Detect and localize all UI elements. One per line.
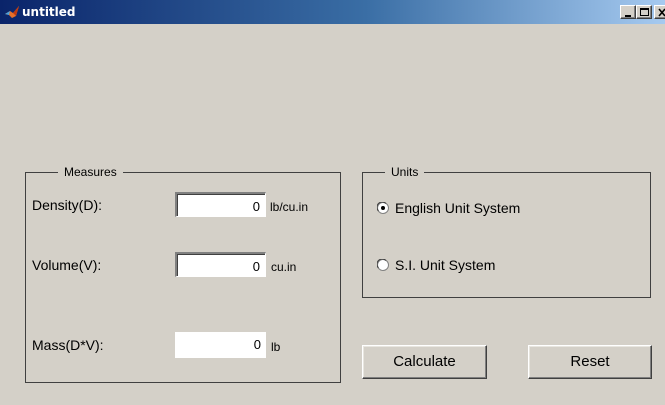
radio-english-label: English Unit System: [395, 200, 521, 216]
volume-unit: cu.in: [271, 260, 297, 274]
radio-unselected-icon: [377, 259, 389, 271]
mass-unit: lb: [271, 340, 281, 354]
radio-si-label: S.I. Unit System: [395, 257, 496, 273]
reset-button[interactable]: Reset: [528, 345, 652, 379]
minimize-button[interactable]: [620, 5, 636, 19]
measures-title: Measures: [58, 165, 123, 179]
window-title: untitled: [22, 5, 76, 19]
title-bar[interactable]: untitled: [0, 0, 665, 24]
app-window: untitled Measures Density(D): lb/cu.in V…: [0, 0, 665, 405]
maximize-icon: [640, 8, 649, 16]
units-title: Units: [385, 165, 425, 179]
maximize-button[interactable]: [636, 5, 652, 19]
calculate-button[interactable]: Calculate: [362, 345, 487, 379]
units-panel: Units: [362, 165, 651, 298]
radio-selected-icon: [377, 202, 389, 214]
volume-input[interactable]: [175, 252, 266, 277]
minimize-icon: [625, 15, 631, 17]
close-icon: [658, 8, 665, 17]
close-button[interactable]: [654, 5, 665, 19]
mass-label: Mass(D*V):: [32, 337, 104, 353]
mass-output: 0: [175, 332, 266, 358]
density-label: Density(D):: [32, 197, 103, 213]
matlab-icon: [5, 6, 19, 18]
density-unit: lb/cu.in: [270, 200, 309, 214]
volume-label: Volume(V):: [32, 257, 102, 273]
density-input[interactable]: [175, 192, 266, 217]
